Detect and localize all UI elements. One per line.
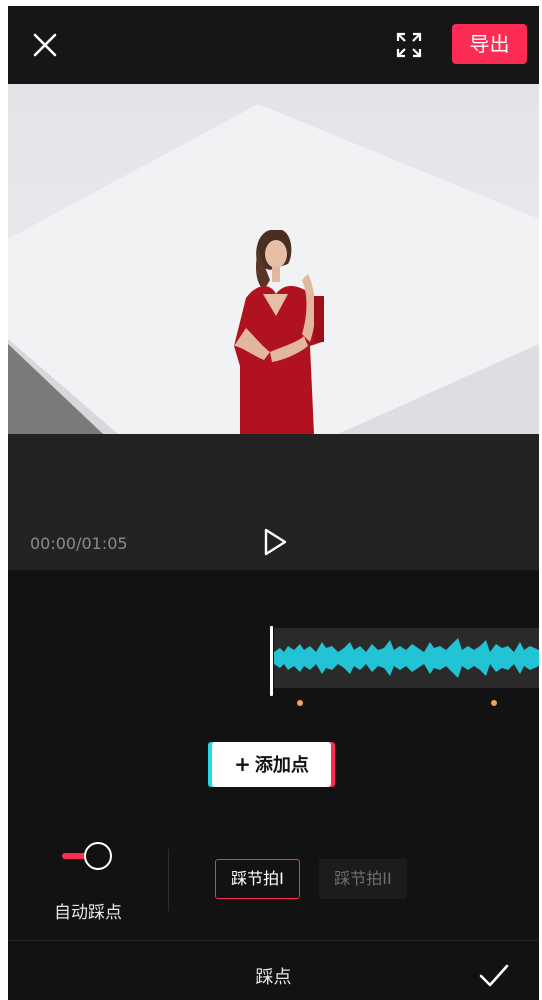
top-bar: 导出 — [8, 6, 539, 84]
divider — [168, 849, 169, 911]
play-icon[interactable] — [261, 526, 289, 558]
beat-mode-2-button[interactable]: 踩节拍II — [319, 859, 407, 899]
beat-mode-1-button[interactable]: 踩节拍I — [215, 859, 300, 899]
export-button[interactable]: 导出 — [452, 24, 527, 64]
playhead[interactable] — [270, 626, 273, 696]
check-icon[interactable] — [478, 962, 510, 990]
plus-icon: + — [234, 752, 251, 776]
video-preview — [8, 84, 539, 434]
beat-marker[interactable] — [491, 700, 497, 706]
player-bar: 00:00/01:05 — [8, 434, 539, 570]
audio-waveform[interactable] — [274, 628, 539, 688]
bottom-divider — [8, 940, 539, 941]
app-window: 导出 00:00/01:05 + 添加点 自动踩点 踩节拍I 踩节拍II 踩点 — [8, 6, 539, 1000]
audio-timeline[interactable] — [8, 570, 539, 730]
add-point-label: 添加点 — [254, 755, 309, 776]
panel-title: 踩点 — [255, 967, 292, 988]
add-point-button[interactable]: + 添加点 — [212, 742, 331, 787]
auto-beat-toggle-knob[interactable] — [84, 842, 112, 870]
close-icon[interactable] — [30, 30, 60, 60]
timecode: 00:00/01:05 — [30, 534, 128, 553]
beat-marker[interactable] — [297, 700, 303, 706]
fullscreen-icon[interactable] — [394, 30, 424, 60]
auto-beat-label: 自动踩点 — [54, 903, 122, 923]
